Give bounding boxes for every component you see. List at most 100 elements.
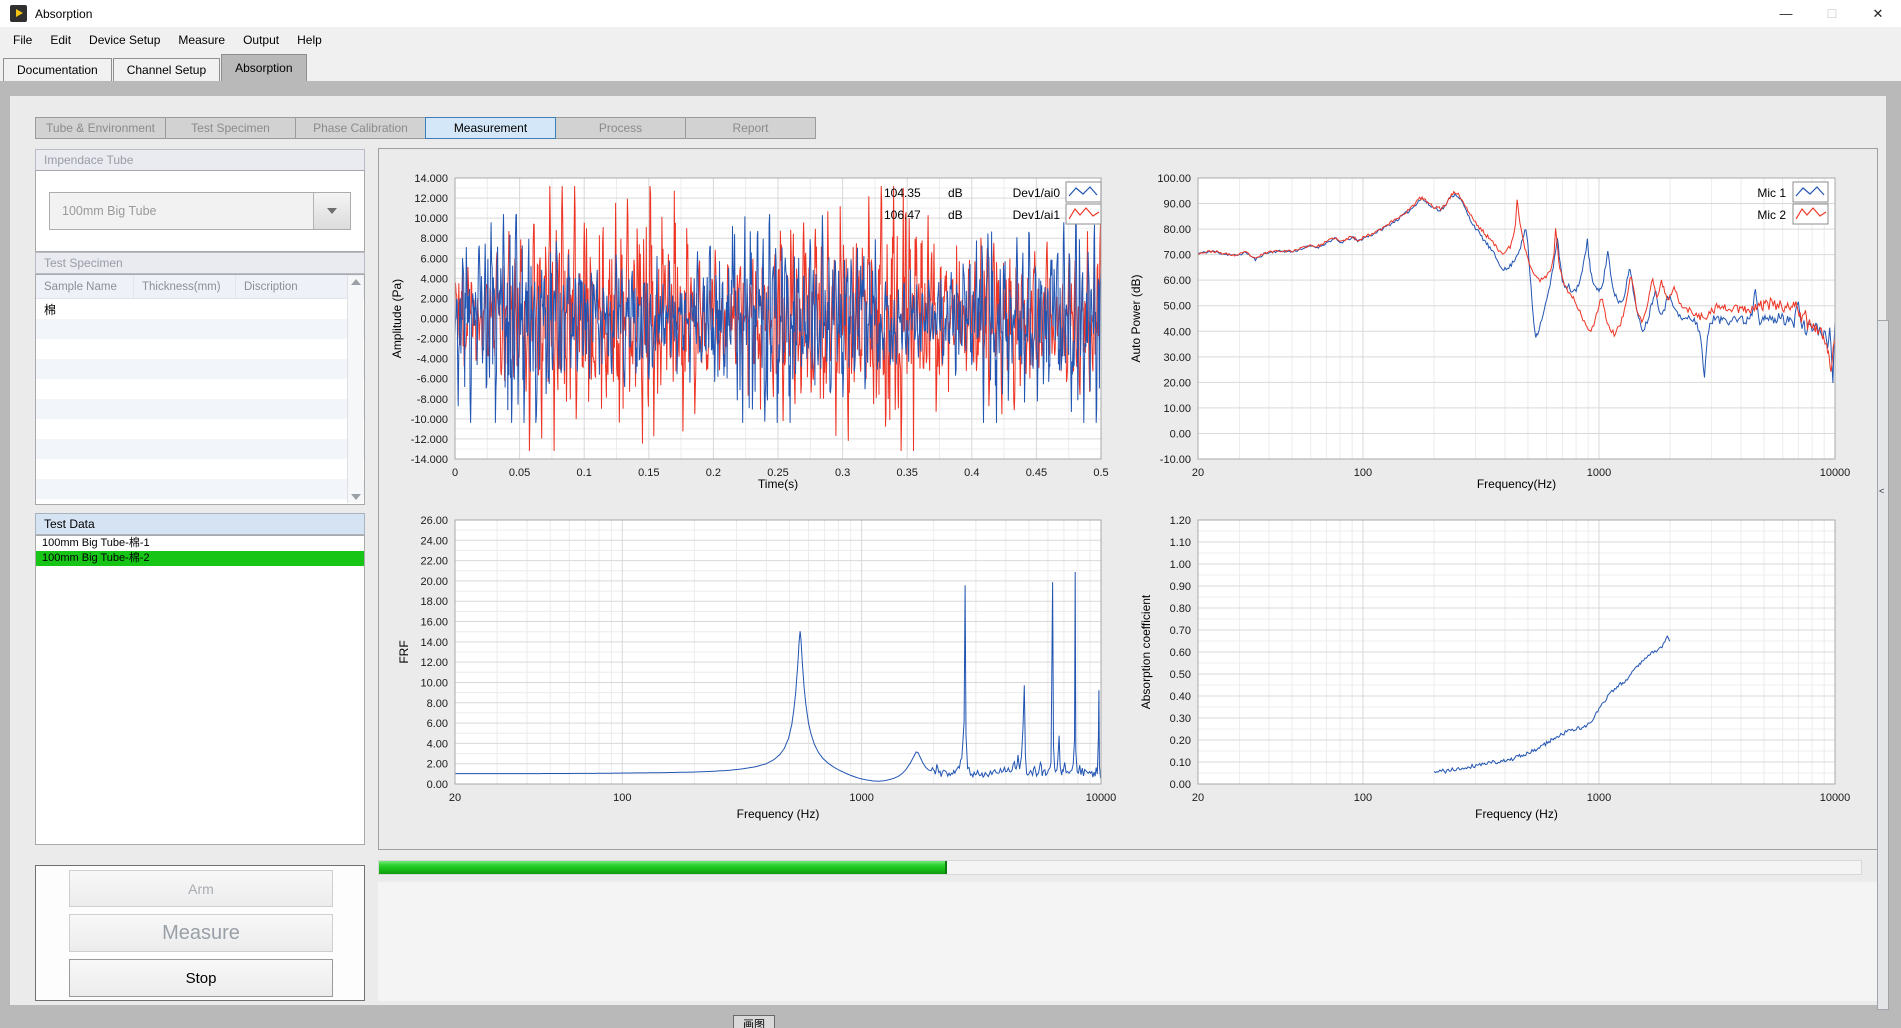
close-button[interactable]: ✕ [1855,0,1901,27]
menu-item-output[interactable]: Output [234,27,288,53]
menu-item-file[interactable]: File [4,27,41,53]
svg-text:-10.000: -10.000 [411,414,448,426]
scroll-up-icon[interactable] [351,279,361,285]
menu-item-device-setup[interactable]: Device Setup [80,27,169,53]
subtab-report[interactable]: Report [685,117,816,139]
taskbar-peek-window[interactable]: 画图 [733,1015,775,1028]
legend-series-name: Dev1/ai1 [1013,208,1061,222]
sub-tabstrip: Tube & EnvironmentTest SpecimenPhase Cal… [36,117,816,139]
right-panel-scrollbar[interactable]: < [1877,320,1889,1010]
progress-fill [379,861,947,874]
svg-text:100: 100 [613,792,631,804]
menu-item-measure[interactable]: Measure [169,27,234,53]
svg-text:4.000: 4.000 [420,273,448,285]
legend-plot-icon[interactable] [1066,182,1101,202]
svg-text:12.00: 12.00 [420,657,448,669]
minimize-button[interactable]: — [1763,0,1809,27]
measure-button[interactable]: Measure [69,914,333,952]
main-tabstrip: DocumentationChannel SetupAbsorption [0,53,1901,81]
svg-text:90.00: 90.00 [1163,199,1191,211]
tab-documentation[interactable]: Documentation [3,58,112,81]
svg-text:80.00: 80.00 [1163,224,1191,236]
subtab-test-specimen[interactable]: Test Specimen [165,117,296,139]
specimen-row [36,419,364,439]
y-tick-labels: -10.000.0010.0020.0030.0040.0050.0060.00… [1157,173,1191,466]
menubar: FileEditDevice SetupMeasureOutputHelp [0,27,1901,53]
specimen-row [36,399,364,419]
svg-text:1000: 1000 [1587,467,1611,479]
svg-text:-12.000: -12.000 [411,434,448,446]
svg-text:0.5: 0.5 [1093,467,1108,479]
svg-text:0: 0 [452,467,458,479]
subtab-tube-environment[interactable]: Tube & Environment [35,117,166,139]
time-waveform-chart: -14.000-12.000-10.000-8.000-6.000-4.000-… [388,141,1122,511]
arm-button[interactable]: Arm [69,870,333,907]
absorption-coefficient-chart: 0.000.100.200.300.400.500.600.700.800.90… [1128,486,1874,838]
legend-level-value: 104.35 [884,186,921,200]
window-titlebar: Absorption — ☐ ✕ [0,0,1901,27]
svg-text:100: 100 [1354,792,1372,804]
y-tick-labels: -14.000-12.000-10.000-8.000-6.000-4.000-… [411,173,448,466]
specimen-scrollbar[interactable] [347,276,363,503]
legend-level-unit: dB [948,208,963,222]
specimen-table-header-row: Sample NameThickness(mm)Discription [36,275,364,299]
app-icon [10,5,27,22]
svg-text:0.20: 0.20 [1170,735,1191,747]
svg-text:0.3: 0.3 [835,467,850,479]
svg-text:0.30: 0.30 [1170,713,1191,725]
tube-select[interactable]: 100mm Big Tube [49,192,351,230]
test-data-list: 100mm Big Tube-棉-1100mm Big Tube-棉-2 [35,535,365,845]
chevron-down-icon [327,208,337,214]
tab-absorption[interactable]: Absorption [221,54,306,81]
specimen-col-discription: Discription [236,275,349,298]
maximize-button[interactable]: ☐ [1809,0,1855,27]
svg-text:40.00: 40.00 [1163,326,1191,338]
test-data-item[interactable]: 100mm Big Tube-棉-1 [36,536,364,551]
scroll-down-icon[interactable] [351,494,361,500]
svg-text:10000: 10000 [1820,792,1851,804]
specimen-row [36,339,364,359]
subtab-phase-calibration[interactable]: Phase Calibration [295,117,426,139]
svg-text:0.15: 0.15 [638,467,659,479]
collapse-panel-chevron-icon[interactable]: < [1879,486,1884,496]
svg-text:20: 20 [1192,792,1204,804]
menu-item-edit[interactable]: Edit [41,27,80,53]
legend-level-value: 106.47 [884,208,921,222]
svg-text:20: 20 [449,792,461,804]
x-axis-label: Frequency (Hz) [1475,807,1558,821]
svg-text:100.00: 100.00 [1157,173,1191,185]
y-axis-label: Amplitude (Pa) [390,279,404,358]
svg-text:60.00: 60.00 [1163,275,1191,287]
window-controls: — ☐ ✕ [1763,0,1901,27]
x-axis-label: Frequency (Hz) [737,807,820,821]
svg-text:1.20: 1.20 [1170,515,1191,527]
legend-plot-icon[interactable] [1793,182,1828,202]
stop-button[interactable]: Stop [69,959,333,997]
y-axis-label: Auto Power (dB) [1129,274,1143,362]
svg-text:26.00: 26.00 [420,515,448,527]
svg-text:1000: 1000 [849,792,873,804]
window-title: Absorption [35,7,92,21]
menu-item-help[interactable]: Help [288,27,331,53]
svg-text:0.00: 0.00 [427,779,448,791]
progress-bar [378,860,1862,875]
svg-text:1.00: 1.00 [1170,559,1191,571]
svg-text:0.10: 0.10 [1170,757,1191,769]
svg-text:0.00: 0.00 [1170,428,1191,440]
subtab-measurement[interactable]: Measurement [425,117,556,139]
svg-text:0.00: 0.00 [1170,779,1191,791]
test-data-item[interactable]: 100mm Big Tube-棉-2 [36,551,364,566]
y-axis-label: FRF [397,640,411,663]
specimen-row[interactable]: 棉 [36,299,364,319]
svg-text:24.00: 24.00 [420,535,448,547]
y-tick-labels: 0.002.004.006.008.0010.0012.0014.0016.00… [420,515,448,791]
tab-channel-setup[interactable]: Channel Setup [113,58,220,81]
impedance-tube-section: 100mm Big Tube [35,170,365,252]
tube-select-arrow[interactable] [313,193,350,229]
test-data-header: Test Data [35,513,365,535]
subtab-process[interactable]: Process [555,117,686,139]
measure-button-panel: Arm Measure Stop [35,865,365,1001]
svg-text:0.60: 0.60 [1170,647,1191,659]
svg-text:8.00: 8.00 [427,698,448,710]
test-specimen-header: Test Specimen [35,252,365,274]
